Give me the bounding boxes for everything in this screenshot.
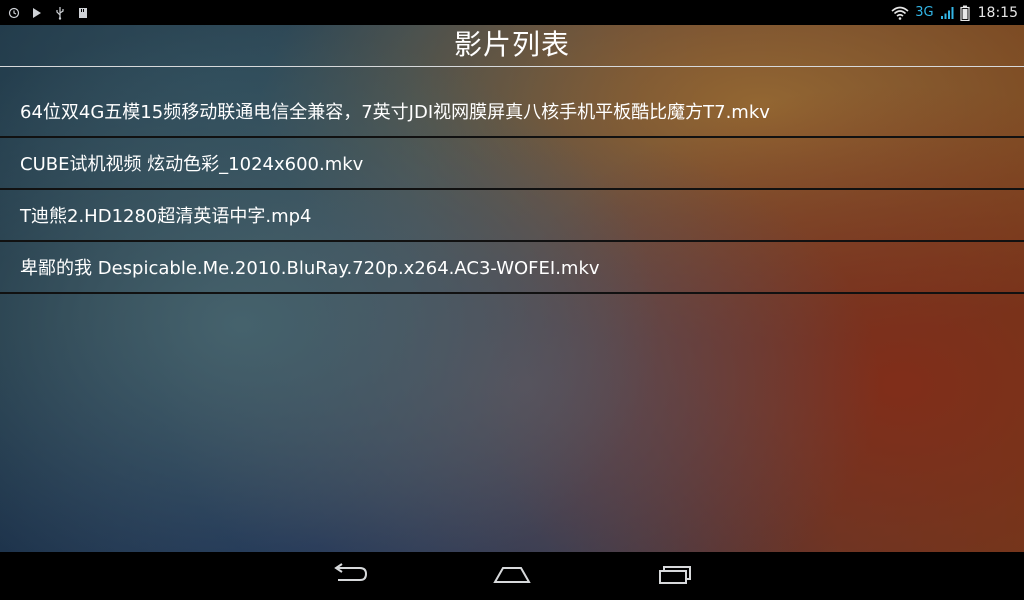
video-file-name: 64位双4G五模15频移动联通电信全兼容，7英寸JDI视网膜屏真八核手机平板酷比…: [20, 102, 770, 123]
back-button[interactable]: [324, 558, 376, 594]
network-type-label: 3G: [915, 5, 934, 20]
video-list-item[interactable]: T迪熊2.HD1280超清英语中字.mp4: [0, 190, 1024, 242]
home-icon: [492, 562, 532, 590]
clock-time: 18:15: [977, 4, 1018, 21]
page-title: 影片列表: [453, 28, 570, 61]
recent-apps-button[interactable]: [648, 558, 700, 594]
signal-strength-icon: [940, 6, 954, 20]
sync-icon: [8, 7, 20, 19]
status-bar: 3G 18:15: [0, 0, 1024, 25]
title-divider: [0, 66, 1024, 67]
video-list-item[interactable]: 卑鄙的我 Despicable.Me.2010.BluRay.720p.x264…: [0, 242, 1024, 294]
video-list-item[interactable]: 64位双4G五模15频移动联通电信全兼容，7英寸JDI视网膜屏真八核手机平板酷比…: [0, 86, 1024, 138]
recent-apps-icon: [654, 562, 694, 590]
title-bar: 影片列表: [0, 25, 1024, 66]
play-icon: [32, 7, 42, 19]
home-button[interactable]: [486, 558, 538, 594]
navigation-bar: [0, 552, 1024, 600]
usb-icon: [54, 6, 66, 20]
video-list-item[interactable]: CUBE试机视频 炫动色彩_1024x600.mkv: [0, 138, 1024, 190]
video-file-name: 卑鄙的我 Despicable.Me.2010.BluRay.720p.x264…: [20, 258, 600, 279]
wifi-icon: [891, 6, 909, 20]
sd-card-icon: [78, 7, 88, 19]
battery-icon: [960, 5, 970, 21]
back-icon: [330, 562, 370, 590]
video-file-name: T迪熊2.HD1280超清英语中字.mp4: [20, 206, 312, 227]
video-file-name: CUBE试机视频 炫动色彩_1024x600.mkv: [20, 154, 364, 175]
video-list: 64位双4G五模15频移动联通电信全兼容，7英寸JDI视网膜屏真八核手机平板酷比…: [0, 86, 1024, 294]
